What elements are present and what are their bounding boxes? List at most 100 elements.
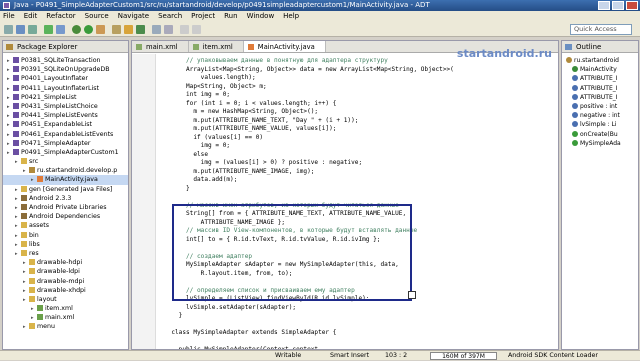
heap-status[interactable]: 160M of 397M <box>430 352 497 360</box>
outline-item[interactable]: ru.startandroid <box>562 56 638 65</box>
menu-run[interactable]: Run <box>224 11 237 22</box>
run-icon[interactable] <box>84 25 93 34</box>
tree-item[interactable]: ▸ P0401_LayoutInflater <box>3 74 128 83</box>
status-bar: Writable Smart Insert 103 : 2 160M of 39… <box>0 350 640 360</box>
outline-item[interactable]: ATTRIBUTE_I <box>562 93 638 102</box>
selection-resize-handle[interactable] <box>408 291 416 299</box>
tree-item[interactable]: ▸ MainActivity.java <box>3 175 128 185</box>
new-java-project-icon[interactable] <box>112 25 121 34</box>
tree-item[interactable]: ▸ P0461_ExpandableListEvents <box>3 130 128 139</box>
outline-item-label: ru.startandroid <box>574 57 619 64</box>
open-type-icon[interactable] <box>152 25 161 34</box>
editor-tab-main-xml[interactable]: main.xml <box>132 41 189 52</box>
print-icon[interactable] <box>28 25 37 34</box>
package-explorer-icon <box>6 44 13 50</box>
outline-item[interactable]: MainActivity <box>562 65 638 74</box>
editor-tab-mainactivity-java[interactable]: MainActivity.java <box>243 41 326 52</box>
outline-item[interactable]: negative : int <box>562 111 638 120</box>
tree-item[interactable]: ▸ P0441_SimpleListEvents <box>3 111 128 120</box>
folder-icon <box>29 259 35 266</box>
outline-item[interactable]: ATTRIBUTE_I <box>562 74 638 83</box>
new-class-icon[interactable] <box>136 25 145 34</box>
tree-item[interactable]: ▸ P0381_SQLiteTransaction <box>3 56 128 65</box>
menu-refactor[interactable]: Refactor <box>46 11 75 22</box>
folder-icon <box>21 231 27 238</box>
outline-item[interactable]: positive : int <box>562 102 638 111</box>
package-explorer-tab[interactable]: Package Explorer <box>3 41 128 53</box>
menu-file[interactable]: File <box>3 11 15 22</box>
menu-project[interactable]: Project <box>191 11 215 22</box>
tree-item[interactable]: ▸ P0411_LayoutInflaterList <box>3 84 128 93</box>
minimize-button[interactable] <box>598 1 610 10</box>
tree-item[interactable]: ▸ menu <box>3 322 128 331</box>
tree-item[interactable]: ▸ item.xml <box>3 304 128 313</box>
outline-item-label: lvSimple : Li <box>580 121 617 129</box>
watermark: startandroid.ru <box>456 47 552 60</box>
tree-item[interactable]: ▸ P0471_SimpleAdapter <box>3 139 128 148</box>
avd-manager-icon[interactable] <box>56 25 65 34</box>
tree-item[interactable]: ▸ layout <box>3 295 128 304</box>
android-sdk-icon[interactable] <box>44 25 53 34</box>
menu-source[interactable]: Source <box>85 11 109 22</box>
tree-item[interactable]: ▸ P0431_SimpleListChoice <box>3 102 128 111</box>
tree-item[interactable]: ▸ P0391_SQLiteOnUpgradeDB <box>3 65 128 74</box>
back-icon[interactable] <box>180 25 189 34</box>
tree-item[interactable]: ▸ P0491_SimpleAdapterCustom1 <box>3 148 128 157</box>
tree-item[interactable]: ▸ Android Private Libraries <box>3 203 128 212</box>
project-icon <box>13 139 19 146</box>
tree-item[interactable]: ▸ P0421_SimpleList <box>3 93 128 102</box>
tree-item[interactable]: ▸ Android 2.3.3 <box>3 194 128 203</box>
tree-item[interactable]: ▸ ru.startandroid.develop.p <box>3 166 128 175</box>
save-icon[interactable] <box>16 25 25 34</box>
editor-tab-item-xml[interactable]: item.xml <box>189 41 244 52</box>
library-icon <box>21 194 27 201</box>
tree-item[interactable]: ▸ drawable-mdpi <box>3 277 128 286</box>
outline-tab[interactable]: Outline <box>562 41 638 53</box>
package-explorer-tree: ▸ P0381_SQLiteTransaction ▸ P0391_SQLiteOnU… <box>3 53 128 332</box>
window-title: Java - P0491_SimpleAdapterCustom1/src/ru… <box>14 1 430 9</box>
code-area[interactable]: // упаковываем данные в понятную для ада… <box>132 54 558 349</box>
search-icon[interactable] <box>164 25 173 34</box>
tree-item[interactable]: ▸ drawable-hdpi <box>3 258 128 267</box>
menu-navigate[interactable]: Navigate <box>118 11 149 22</box>
folder-icon <box>21 240 27 247</box>
external-tools-icon[interactable] <box>96 25 105 34</box>
new-icon[interactable] <box>4 25 13 34</box>
tree-item[interactable]: ▸ P0451_ExpandableList <box>3 120 128 129</box>
tree-item[interactable]: ▸ res <box>3 249 128 258</box>
tree-item[interactable]: ▸ main.xml <box>3 313 128 322</box>
new-package-icon[interactable] <box>124 25 133 34</box>
tree-item[interactable]: ▸ libs <box>3 240 128 249</box>
tree-item[interactable]: ▸ drawable-ldpi <box>3 267 128 276</box>
menu-window[interactable]: Window <box>247 11 275 22</box>
close-button[interactable] <box>626 1 638 10</box>
tree-item[interactable]: ▸ drawable-xhdpi <box>3 286 128 295</box>
folder-icon <box>29 286 35 293</box>
field-icon <box>572 93 578 100</box>
folder-icon <box>29 277 35 284</box>
tree-item[interactable]: ▸ bin <box>3 231 128 240</box>
outline-item[interactable]: onCreate(Bu <box>562 130 638 139</box>
tree-item-label: res <box>29 249 39 257</box>
tree-item[interactable]: ▸ src <box>3 157 128 166</box>
tree-item-label: bin <box>29 231 39 239</box>
tree-item[interactable]: ▸ Android Dependencies <box>3 212 128 221</box>
outline-item[interactable]: ATTRIBUTE_I <box>562 84 638 93</box>
tree-item[interactable]: ▸ gen [Generated Java Files] <box>3 185 128 194</box>
debug-icon[interactable] <box>72 25 81 34</box>
method-icon <box>572 130 578 137</box>
menu-search[interactable]: Search <box>158 11 182 22</box>
menu-edit[interactable]: Edit <box>24 11 38 22</box>
forward-icon[interactable] <box>192 25 201 34</box>
outline-item[interactable]: MySimpleAda <box>562 139 638 148</box>
quick-access-input[interactable]: Quick Access <box>570 24 632 35</box>
menu-help[interactable]: Help <box>283 11 299 22</box>
project-icon <box>13 84 19 91</box>
outline-item[interactable]: lvSimple : Li <box>562 120 638 129</box>
tree-item-label: P0391_SQLiteOnUpgradeDB <box>21 66 110 74</box>
tree-item-label: Android 2.3.3 <box>29 194 72 202</box>
library-icon <box>21 213 27 220</box>
tree-item[interactable]: ▸ assets <box>3 221 128 230</box>
maximize-button[interactable] <box>612 1 624 10</box>
